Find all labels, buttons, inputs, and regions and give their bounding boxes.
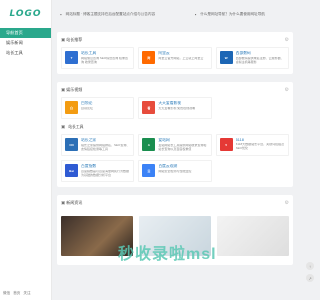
tag-icon: ▣ bbox=[61, 36, 66, 42]
site-desc: 百度指数是以百度海量网民行为数据为基础的数据分析平台 bbox=[81, 170, 130, 177]
site-title[interactable]: 百度云观测 bbox=[158, 164, 207, 169]
gear-icon[interactable]: ⚙ bbox=[285, 87, 289, 93]
site-logo-thumb: 云 bbox=[142, 164, 156, 177]
site-desc: 网站信息查询 SEO综合查询 权重查询 收录查询 bbox=[81, 57, 129, 64]
news-thumbnail[interactable] bbox=[217, 216, 289, 256]
site-logo-thumb: A bbox=[142, 138, 156, 151]
home-link[interactable]: 首页 bbox=[13, 291, 20, 296]
site-desc: 西部数码提供域名注册、云服务器、虚拟主机等服务 bbox=[235, 57, 284, 64]
site-title[interactable]: 阿里云 bbox=[158, 51, 207, 56]
site-card[interactable]: W 西部数码 西部数码提供域名注册、云服务器、虚拟主机等服务 bbox=[215, 47, 289, 69]
site-logo-thumb: 5 bbox=[219, 138, 233, 151]
follow-link[interactable]: 关注 bbox=[23, 291, 30, 296]
gear-icon[interactable]: ⚙ bbox=[285, 200, 289, 206]
site-title[interactable]: 站长之家 bbox=[81, 138, 130, 143]
site-title[interactable]: 5118 bbox=[236, 138, 285, 142]
site-desc: 天天爱看影视 免费在线观看 bbox=[158, 107, 196, 110]
section-title: 娱乐视频 bbox=[66, 86, 83, 92]
bell-icon: ▪ bbox=[194, 11, 197, 17]
site-title[interactable]: 白领论 bbox=[81, 101, 130, 106]
site-logo[interactable]: LOGO bbox=[0, 0, 51, 28]
share-button[interactable]: ↗ bbox=[306, 274, 314, 282]
site-card[interactable]: 看 天天爱看影视 天天爱看影视 免费在线观看 bbox=[138, 97, 212, 119]
watermark: 秒收录啦msl bbox=[118, 246, 217, 263]
main-content: ▣站长推荐 ⚙ T 站长工具 网站信息查询 SEO综合查询 权重查询 收录查询 阿… bbox=[57, 32, 293, 273]
site-title[interactable]: 天天爱看影视 bbox=[158, 101, 207, 106]
site-card[interactable]: A 爱站网 爱站网站长工具提供网站收录查询和站长查询以及百度权重值 bbox=[138, 134, 212, 156]
site-desc: 阿里云官方网站，上云就上阿里云 bbox=[158, 57, 204, 60]
site-desc: 白领论坛 bbox=[81, 107, 94, 110]
site-logo-thumb: T bbox=[65, 51, 78, 64]
sidebar-item-entertainment[interactable]: 娱乐新闻 bbox=[0, 38, 51, 48]
site-title[interactable]: 百度指数 bbox=[81, 164, 130, 169]
site-card[interactable]: 5 5118 5118大数据站长平台，关键词挖掘及SEO优化 bbox=[215, 134, 289, 156]
site-card[interactable]: Bai 百度指数 百度指数是以百度海量网民行为数据为基础的数据分析平台 bbox=[61, 160, 135, 182]
site-card[interactable]: T 站长工具 网站信息查询 SEO综合查询 权重查询 收录查询 bbox=[61, 47, 135, 69]
tag-icon: ▣ bbox=[61, 86, 66, 92]
gear-icon[interactable]: ⚙ bbox=[285, 37, 289, 43]
site-desc: 站长之家提供网站排名、SEO查询、友情链接检测等工具 bbox=[81, 144, 130, 151]
site-card[interactable]: 云 百度云观测 网站安全检测与性能监控 bbox=[138, 160, 212, 182]
site-logo-thumb: 看 bbox=[142, 101, 156, 114]
section-title: 新闻资讯 bbox=[66, 199, 83, 205]
site-title[interactable]: 西部数码 bbox=[236, 51, 285, 56]
sidebar-item-home[interactable]: 导航首页 bbox=[0, 28, 51, 38]
site-logo-thumb: 阿 bbox=[142, 51, 156, 64]
site-card[interactable]: 阿 阿里云 阿里云官方网站，上云就上阿里云 bbox=[138, 47, 212, 69]
notice-text-2[interactable]: 什么是网址导航？为什么要使用网址导航 bbox=[200, 12, 265, 17]
site-logo-thumb: 白 bbox=[65, 101, 78, 114]
sidebar: LOGO 导航首页 娱乐新闻 站长工具 微信 首页 关注 bbox=[0, 0, 52, 300]
site-title[interactable]: 爱站网 bbox=[158, 138, 207, 143]
sidebar-footer: 微信 首页 关注 bbox=[3, 291, 31, 296]
bell-icon: ▪ bbox=[60, 11, 62, 17]
tag-icon: ▣ bbox=[61, 124, 66, 129]
site-desc: 网站安全检测与性能监控 bbox=[158, 170, 192, 173]
section-title: 站长推荐 bbox=[66, 36, 83, 42]
site-logo-thumb: W bbox=[219, 51, 233, 64]
section-hot: ▣站长推荐 ⚙ T 站长工具 网站信息查询 SEO综合查询 权重查询 收录查询 阿… bbox=[57, 32, 293, 74]
wechat-link[interactable]: 微信 bbox=[3, 291, 10, 296]
subsection-title: 站长工具 bbox=[68, 124, 84, 129]
notice-text-1[interactable]: 网站标题 · 博客主题支持在后台配置站点介绍与公告内容 bbox=[66, 12, 155, 17]
site-logo-thumb: Bai bbox=[65, 164, 78, 177]
site-card[interactable]: CN 站长之家 站长之家提供网站排名、SEO查询、友情链接检测等工具 bbox=[61, 134, 135, 156]
tag-icon: ▣ bbox=[61, 199, 66, 205]
section-entertainment: ▣娱乐视频 ⚙ 白 白领论 白领论坛 看 天天爱看影视 天天爱看影视 免费在线观看 … bbox=[57, 82, 293, 187]
site-card[interactable]: 白 白领论 白领论坛 bbox=[61, 97, 135, 119]
sidebar-item-tools[interactable]: 站长工具 bbox=[0, 48, 51, 58]
site-logo-thumb: CN bbox=[65, 138, 78, 151]
site-title[interactable]: 站长工具 bbox=[81, 51, 130, 56]
site-desc: 5118大数据站长平台，关键词挖掘及SEO优化 bbox=[235, 143, 285, 150]
top-notice-bar: ▪ 网站标题 · 博客主题支持在后台配置站点介绍与公告内容 ▪ 什么是网址导航？… bbox=[52, 0, 300, 28]
back-to-top-button[interactable]: ↑ bbox=[306, 262, 314, 270]
site-desc: 爱站网站长工具提供网站收录查询和站长查询以及百度权重值 bbox=[158, 144, 207, 151]
